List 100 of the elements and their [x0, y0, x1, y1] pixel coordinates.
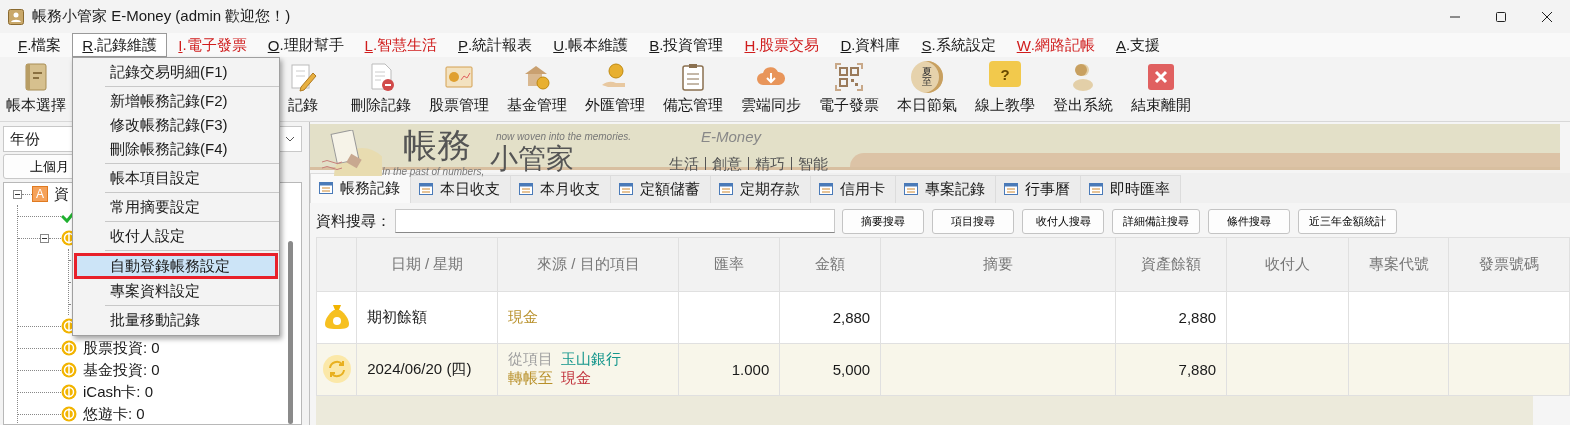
menu-option[interactable]: 收付人設定 [74, 224, 278, 248]
table-icon [319, 182, 333, 195]
toolbar-button[interactable]: 帳本選擇 [0, 57, 72, 121]
table-icon [519, 183, 533, 196]
tree-item-label[interactable]: 股票投資: 0 [83, 340, 160, 356]
banner-title: 帳務 [402, 126, 472, 166]
tree-item-label[interactable]: 資 [54, 186, 69, 202]
search-field[interactable] [395, 209, 835, 234]
coin-icon [61, 384, 77, 400]
toolbar-button[interactable]: 基金管理 [498, 57, 576, 121]
menu-item[interactable]: R.記錄維護 [72, 33, 168, 57]
search-button[interactable]: 詳細備註搜尋 [1112, 208, 1200, 234]
table-cell: 7,880 [1115, 343, 1227, 396]
tab[interactable]: 專案記錄 [895, 174, 996, 203]
search-button[interactable]: 條件搜尋 [1208, 208, 1290, 234]
tree-item-label[interactable]: 基金投資: 0 [83, 362, 160, 378]
column-header: 日期 / 星期 [356, 237, 498, 292]
table-icon [1089, 183, 1103, 196]
banner-subtitle: 小管家 [489, 142, 575, 176]
close-icon [1541, 10, 1553, 23]
window-title: 帳務小管家 E-Money (admin 歡迎您！) [32, 7, 292, 26]
table-icon [819, 183, 833, 196]
toolbar-button[interactable]: ? 線上教學 [966, 57, 1044, 121]
banner-brand: E-Money [700, 127, 763, 147]
table-icon [904, 183, 918, 196]
menu-option[interactable]: 批量移動記錄 [74, 308, 278, 332]
menu-item[interactable]: A.支援 [1106, 33, 1171, 57]
collapse-toggle[interactable] [40, 233, 49, 243]
account-name: 現金 [508, 307, 539, 327]
account-name: 現金 [561, 369, 592, 389]
year-select-value: 年份 [10, 129, 40, 149]
toolbar-button[interactable]: 電子發票 [810, 57, 888, 121]
menu-item[interactable]: U.帳本維護 [543, 33, 639, 57]
speech-bubble-icon: ? [989, 61, 1021, 87]
menu-item[interactable]: I.電子發票 [168, 33, 257, 57]
toolbar-button[interactable]: 外匯管理 [576, 57, 654, 121]
tab[interactable]: 行事曆 [995, 174, 1081, 203]
search-label: 資料搜尋： [316, 211, 391, 231]
menu-item[interactable]: B.投資管理 [639, 33, 734, 57]
menu-item[interactable]: O.理財幫手 [257, 33, 354, 57]
search-button[interactable]: 項目搜尋 [932, 208, 1014, 234]
table-cell: 1.000 [678, 343, 780, 396]
tab[interactable]: 定期存款 [710, 174, 811, 203]
tagline-word: 創意 [711, 154, 743, 174]
menu-item[interactable]: D.資料庫 [830, 33, 911, 57]
toolbar-button[interactable]: 刪除記錄 [342, 57, 420, 121]
table-cell: 期初餘額 [356, 291, 498, 344]
menu-option[interactable]: 專案資料設定 [74, 279, 278, 303]
menu-option[interactable]: 自動登錄帳務設定 [74, 253, 278, 279]
search-button[interactable]: 摘要搜尋 [842, 208, 924, 234]
menu-item[interactable]: W.網路記帳 [1006, 33, 1105, 57]
close-icon [1145, 61, 1177, 93]
toolbar-button[interactable]: 備忘管理 [654, 57, 732, 121]
menu-item[interactable]: P.統計報表 [448, 33, 543, 57]
column-header: 金額 [779, 237, 881, 292]
search-button[interactable]: 收付人搜尋 [1022, 208, 1104, 234]
menu-option[interactable]: 常用摘要設定 [74, 195, 278, 219]
column-header: 摘要 [880, 237, 1116, 292]
app-icon [8, 8, 24, 25]
tagline-word: 智能 [797, 154, 829, 174]
maximize-icon [1495, 10, 1507, 23]
table-icon [419, 183, 433, 196]
coin-icon [61, 406, 77, 422]
menu-item[interactable]: F.檔案 [8, 33, 72, 57]
tab[interactable]: 本月收支 [510, 174, 611, 203]
collapse-toggle[interactable] [13, 189, 22, 199]
column-header: 專案代號 [1348, 237, 1449, 292]
chevron-down-icon [285, 136, 295, 142]
table-cell: 2,880 [779, 291, 881, 344]
toolbar-button[interactable]: 登出系統 [1044, 57, 1122, 121]
menu-item[interactable]: S.系統設定 [911, 33, 1006, 57]
table-cell: 5,000 [779, 343, 881, 396]
banner-motto: now woven into the memories. [495, 130, 633, 144]
search-button[interactable]: 近三年金額統計 [1298, 208, 1397, 234]
tree-item-label[interactable]: iCash卡: 0 [83, 384, 154, 400]
tab[interactable]: 信用卡 [810, 174, 896, 203]
sync-icon [320, 353, 353, 386]
table-cell: 2024/06/20 (四) [356, 343, 498, 396]
toolbar-button[interactable]: 股票管理 [420, 57, 498, 121]
tab[interactable]: 定額儲蓄 [610, 174, 711, 203]
table-icon [1004, 183, 1018, 196]
column-header: 匯率 [678, 237, 780, 292]
minimize-icon [1449, 15, 1461, 18]
tree-item-label[interactable]: 悠遊卡: 0 [83, 406, 145, 422]
toolbar-button[interactable]: 夏至 本日節氣 [888, 57, 966, 121]
menu-item[interactable]: H.股票交易 [734, 33, 830, 57]
toolbar-button[interactable]: 雲端同步 [732, 57, 810, 121]
qr-code-icon [833, 61, 865, 93]
column-header: 來源 / 目的項目 [497, 237, 679, 292]
tagline-word: 生活 [668, 154, 700, 174]
toolbar-button[interactable]: 結束離開 [1122, 57, 1200, 121]
coin-icon [61, 340, 77, 356]
tab[interactable]: 即時匯率 [1080, 174, 1181, 203]
column-header: 發票號碼 [1448, 237, 1570, 292]
letter-badge-icon: A [32, 186, 48, 202]
direction-label: 轉帳至 [508, 369, 554, 389]
column-header: 資產餘額 [1115, 237, 1227, 292]
menu-item[interactable]: L.智慧生活 [354, 33, 448, 57]
column-header: 收付人 [1226, 237, 1349, 292]
coin-icon [61, 362, 77, 378]
